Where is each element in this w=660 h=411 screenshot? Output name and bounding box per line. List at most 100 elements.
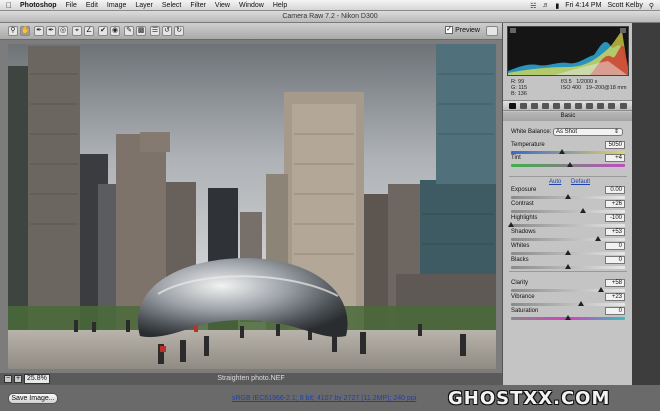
menu-select[interactable]: Select xyxy=(162,2,181,9)
hand-tool-icon[interactable]: ✋ xyxy=(20,26,30,36)
shadows-value-field[interactable]: +53 xyxy=(605,228,625,236)
white-balance-select[interactable]: As Shot ⇕ xyxy=(553,128,623,136)
vibrance-value-field[interactable]: +23 xyxy=(605,293,625,301)
red-eye-tool-icon[interactable]: ◉ xyxy=(110,26,120,36)
temperature-row: Temperature 5050 xyxy=(511,141,625,149)
rotate-right-icon[interactable]: ↻ xyxy=(174,26,184,36)
straighten-tool-icon[interactable]: ∠ xyxy=(84,26,94,36)
menu-view[interactable]: View xyxy=(215,2,230,9)
apple-icon[interactable]:  xyxy=(6,1,12,10)
spotlight-icon[interactable]: ⚲ xyxy=(649,2,654,10)
temperature-value-field[interactable]: 5050 xyxy=(605,141,625,149)
volume-icon[interactable]: ♬ xyxy=(542,2,549,9)
white-balance-tool-icon[interactable]: ✒ xyxy=(34,26,44,36)
photo-preview[interactable] xyxy=(8,44,496,369)
crop-tool-icon[interactable]: ⌖ xyxy=(72,26,82,36)
saturation-slider-thumb[interactable] xyxy=(565,315,571,320)
exposure-slider[interactable] xyxy=(511,194,625,199)
tint-slider-thumb[interactable] xyxy=(567,162,574,167)
tab-hsl-icon[interactable] xyxy=(542,103,549,109)
graduated-filter-icon[interactable]: ▩ xyxy=(136,26,146,36)
zoom-tool-icon[interactable]: ⚲ xyxy=(8,26,18,36)
highlights-slider-thumb[interactable] xyxy=(508,222,514,227)
shadow-clipping-icon[interactable] xyxy=(510,28,516,33)
watermark-text: GHOSTXX.COM xyxy=(448,388,611,409)
whites-slider-thumb[interactable] xyxy=(565,250,571,255)
tint-slider[interactable] xyxy=(511,162,625,167)
tab-tone-curve-icon[interactable] xyxy=(520,103,527,109)
image-canvas xyxy=(0,40,502,373)
menu-filter[interactable]: Filter xyxy=(190,2,206,9)
blacks-row: Blacks 0 xyxy=(511,256,625,264)
saturation-slider[interactable] xyxy=(511,315,625,320)
whites-slider[interactable] xyxy=(511,250,625,255)
color-sampler-tool-icon[interactable]: ✒ xyxy=(46,26,56,36)
blacks-slider-thumb[interactable] xyxy=(565,264,571,269)
clarity-slider[interactable] xyxy=(511,287,625,292)
blacks-value-field[interactable]: 0 xyxy=(605,256,625,264)
highlight-clipping-icon[interactable] xyxy=(620,28,626,33)
preferences-icon[interactable]: ☰ xyxy=(150,26,160,36)
vibrance-slider-thumb[interactable] xyxy=(578,301,585,306)
adjustment-brush-icon[interactable]: ✎ xyxy=(124,26,134,36)
saturation-value-field[interactable]: 0 xyxy=(605,307,625,315)
battery-icon[interactable]: ▮ xyxy=(555,2,559,10)
tint-value-field[interactable]: +4 xyxy=(605,154,625,162)
tab-effects-icon[interactable] xyxy=(575,103,582,109)
auto-link[interactable]: Auto xyxy=(549,179,561,185)
default-link[interactable]: Default xyxy=(571,179,590,185)
tint-row: Tint +4 xyxy=(511,154,625,162)
workflow-options-link[interactable]: sRGB IEC61966-2.1; 8 bit; 4107 by 2727 (… xyxy=(232,395,416,402)
tab-lens-corrections-icon[interactable] xyxy=(564,103,571,109)
whites-value-field[interactable]: 0 xyxy=(605,242,625,250)
skyline-photo-image xyxy=(8,44,496,369)
contrast-slider-thumb[interactable] xyxy=(579,208,586,213)
menu-help[interactable]: Help xyxy=(273,2,287,9)
save-image-button[interactable]: Save Image... xyxy=(8,393,58,404)
panel-menu-icon[interactable] xyxy=(620,103,627,109)
tab-split-toning-icon[interactable] xyxy=(553,103,560,109)
temperature-label: Temperature xyxy=(511,142,545,148)
whites-row: Whites 0 xyxy=(511,242,625,250)
chevron-updown-icon: ⇕ xyxy=(613,129,619,135)
highlights-value-field[interactable]: -100 xyxy=(605,214,625,222)
tab-camera-calibration-icon[interactable] xyxy=(586,103,593,109)
exposure-value-field[interactable]: 0.00 xyxy=(605,186,625,194)
clarity-slider-thumb[interactable] xyxy=(598,287,605,292)
tab-snapshots-icon[interactable] xyxy=(608,103,615,109)
menu-app-name[interactable]: Photoshop xyxy=(20,2,57,9)
spot-removal-tool-icon[interactable]: ✔ xyxy=(98,26,108,36)
exposure-slider-thumb[interactable] xyxy=(565,194,571,199)
tab-basic-icon[interactable] xyxy=(509,103,516,109)
section-divider xyxy=(509,271,627,272)
preview-toggle[interactable]: ✓ Preview xyxy=(445,26,480,34)
contrast-slider[interactable] xyxy=(511,208,625,213)
menu-image[interactable]: Image xyxy=(107,2,126,9)
rotate-left-icon[interactable]: ↺ xyxy=(162,26,172,36)
clarity-value-field[interactable]: +58 xyxy=(605,279,625,287)
menu-layer[interactable]: Layer xyxy=(135,2,153,9)
fullscreen-icon[interactable] xyxy=(486,26,498,36)
shadows-slider[interactable] xyxy=(511,236,625,241)
vibrance-label: Vibrance xyxy=(511,294,535,300)
contrast-value-field[interactable]: +26 xyxy=(605,200,625,208)
blacks-slider[interactable] xyxy=(511,264,625,269)
vibrance-slider[interactable] xyxy=(511,301,625,306)
menu-clock[interactable]: Fri 4:14 PM xyxy=(565,2,601,9)
targeted-adjustment-tool-icon[interactable]: ◎ xyxy=(58,26,68,36)
clarity-row: Clarity +58 xyxy=(511,279,625,287)
preview-checkbox[interactable]: ✓ xyxy=(445,26,454,34)
menu-window[interactable]: Window xyxy=(239,2,264,9)
menu-user[interactable]: Scott Kelby xyxy=(607,2,642,9)
menu-file[interactable]: File xyxy=(66,2,77,9)
exposure-row: Exposure 0.00 xyxy=(511,186,625,194)
tab-presets-icon[interactable] xyxy=(597,103,604,109)
highlights-slider[interactable] xyxy=(508,222,625,227)
shadows-slider-thumb[interactable] xyxy=(595,236,602,241)
wifi-icon[interactable]: ☵ xyxy=(530,2,536,10)
menu-extras: ☵ ♬ ▮ Fri 4:14 PM Scott Kelby ⚲ xyxy=(530,0,654,11)
tab-detail-icon[interactable] xyxy=(531,103,538,109)
highlights-row: Highlights -100 xyxy=(511,214,625,222)
highlights-label: Highlights xyxy=(511,215,538,221)
menu-edit[interactable]: Edit xyxy=(86,2,98,9)
